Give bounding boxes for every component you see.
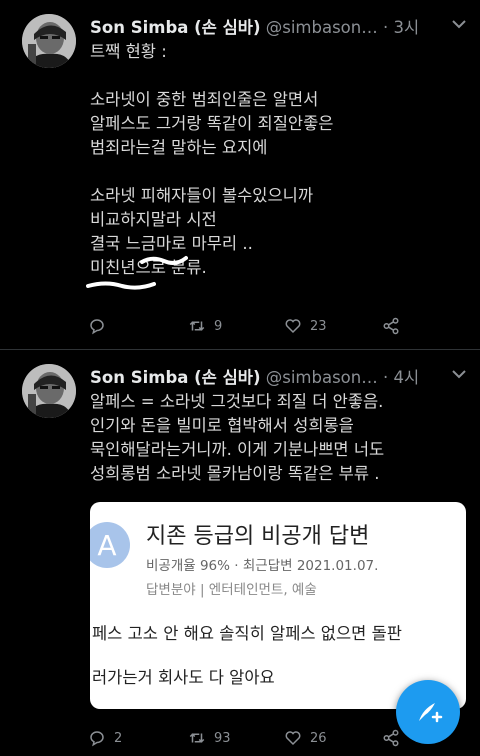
heart-icon [285,731,301,746]
share-button[interactable] [382,726,400,750]
tweet-actions: 9 23 [88,314,418,338]
display-name[interactable]: Son Simba (손 심바) [90,18,261,37]
like-count: 23 [310,318,327,334]
tweet-line: 성희롱범 소라넷 몰카남이랑 똑같은 부류 . [90,464,380,483]
retweet-button[interactable]: 9 [188,314,222,338]
reply-icon [90,731,104,747]
compose-tweet-button[interactable] [396,680,460,744]
tweet-line: 범죄라는걸 말하는 요지에 [90,138,268,157]
tweet-line: 트짹 현황 : [90,42,167,61]
like-button[interactable]: 23 [284,314,327,338]
card-answer-line: 페스 고소 안 해요 솔직히 알페스 없으면 돌판 [92,624,402,643]
like-button[interactable]: 26 [284,726,327,750]
attached-image[interactable]: A 지존 등급의 비공개 답변 비공개율 96% · 최근답변 2021.01.… [90,502,466,709]
tweet-line: 결국 느금마로 마무리 .. [90,234,253,253]
card-meta: 비공개율 96% · 최근답변 2021.01.07. [146,558,379,574]
reply-button[interactable]: 2 [88,726,122,750]
timestamp[interactable]: 3시 [394,18,420,37]
tweet-line: 소라넷 피해자들이 볼수있으니까 [90,186,314,205]
reply-button[interactable] [88,314,114,338]
tweet[interactable]: Son Simba (손 심바) @simbason… · 3시 트짹 현황 :… [0,0,480,349]
heart-icon [285,319,301,334]
tweet-actions: 2 93 26 [88,726,418,750]
retweet-icon [189,733,205,743]
tweet-line: 비교하지말라 시전 [90,210,217,229]
separator-dot: · [383,368,389,387]
reply-icon [90,319,104,335]
card-title: 지존 등급의 비공개 답변 [146,524,370,549]
retweet-count: 93 [214,730,231,746]
avatar[interactable] [22,364,76,418]
chevron-down-icon[interactable] [448,16,470,32]
tweet-line: 알페스도 그거랑 똑같이 죄질안좋은 [90,114,334,133]
tweet-text: 알페스 = 소라넷 그것보다 죄질 더 안좋음. 인기와 돈을 빌미로 협박해서… [90,390,470,486]
timestamp[interactable]: 4시 [394,368,420,387]
tweet-line: 알페스 = 소라넷 그것보다 죄질 더 안좋음. [90,392,384,411]
tweet-header: Son Simba (손 심바) @simbason… · 3시 [90,14,470,40]
tweet-header: Son Simba (손 심바) @simbason… · 4시 [90,364,470,390]
compose-tweet-icon [419,703,443,723]
card-category: 답변분야 | 엔터테인먼트, 예술 [146,582,317,598]
avatar[interactable] [22,14,76,68]
retweet-icon [189,321,205,331]
like-count: 26 [310,730,327,746]
user-handle[interactable]: @simbason… [266,368,378,387]
redaction-scribble [140,256,188,265]
share-icon [383,729,399,747]
card-answer-line: 러가는거 회사도 다 알아요 [92,668,275,687]
reply-count: 2 [114,730,123,746]
tweet-text: 트짹 현황 : 소라넷이 중한 범죄인줄은 알면서 알페스도 그거랑 똑같이 죄… [90,40,470,280]
separator-dot: · [383,18,389,37]
tweet-line: 인기와 돈을 빌미로 협박해서 성희롱을 [90,416,354,435]
share-button[interactable] [382,314,400,338]
user-handle[interactable]: @simbason… [266,18,378,37]
profile-letter-icon: A [90,522,130,568]
display-name[interactable]: Son Simba (손 심바) [90,368,261,387]
redaction-scribble [86,281,156,290]
tweet-line: 묵인해달라는거니까. 이게 기분나쁘면 너도 [90,440,385,459]
chevron-down-icon[interactable] [448,366,470,382]
retweet-count: 9 [214,318,223,334]
tweet-line: 소라넷이 중한 범죄인줄은 알면서 [90,90,319,109]
retweet-button[interactable]: 93 [188,726,231,750]
share-icon [383,317,399,335]
